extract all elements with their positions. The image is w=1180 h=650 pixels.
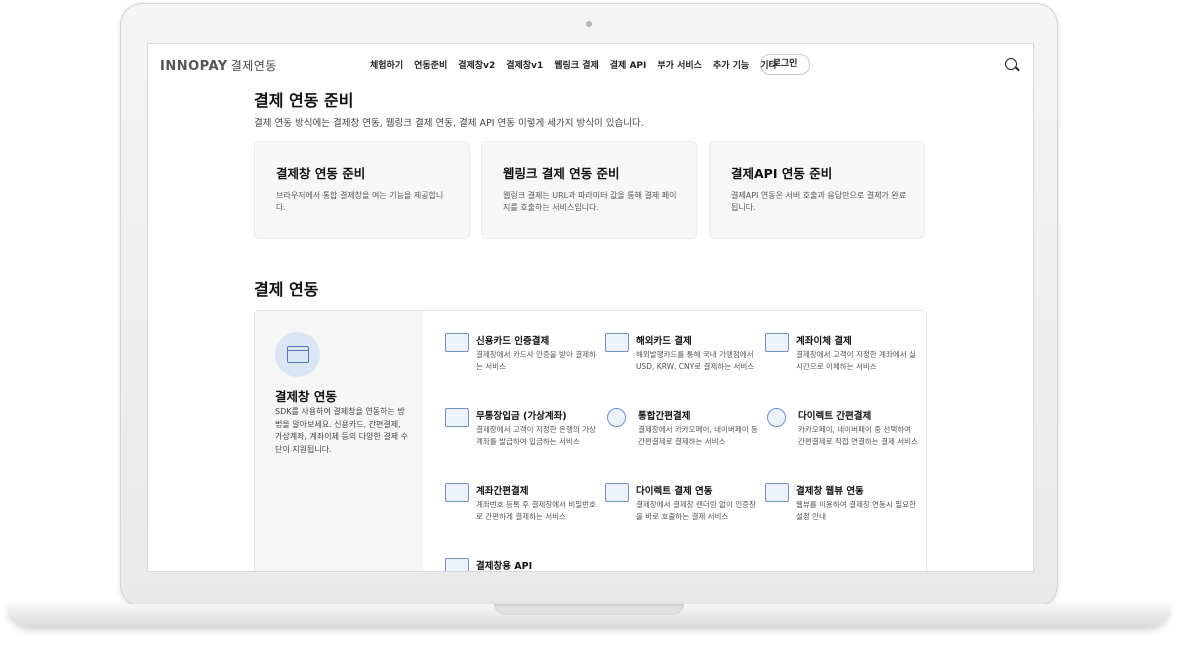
card-desc: 결제API 연동은 서버 호출과 응답만으로 결제가 완료됩니다.: [731, 191, 907, 212]
integration-title: 결제 연동: [254, 280, 319, 299]
nav-extra-services[interactable]: 부가 서비스: [657, 58, 702, 71]
item-desc: 해외발행카드를 통해 국내 가맹점에서 USD, KRW, CNY로 결제하는 …: [636, 350, 755, 371]
search-icon[interactable]: [1005, 58, 1017, 70]
nav-trial[interactable]: 체험하기: [370, 58, 403, 71]
camera-dot: [586, 21, 592, 27]
nav-prep[interactable]: 연동준비: [414, 58, 447, 71]
payment-window-icon: [275, 332, 320, 377]
card-desc: 브라우저에서 통합 결제창을 여는 기능을 제공합니다.: [276, 191, 444, 212]
window-integration-summary[interactable]: 결제창 연동 SDK를 사용하여 결제창을 연동하는 방법을 알아보세요. 신용…: [255, 311, 423, 571]
item-title: 통합간편결제: [638, 411, 691, 422]
logo[interactable]: INNOPAY 결제연동: [160, 57, 277, 74]
item-desc: 결제창에서 카드사 인증을 받아 결제하는 서비스: [476, 350, 596, 371]
transfer-icon: [765, 333, 789, 352]
card-desc: 웹링크 결제는 URL과 파라미터 값을 통해 결제 페이지를 호출하는 서비스…: [503, 191, 677, 212]
item-title: 계좌이체 결제: [796, 336, 852, 347]
item-desc: 계좌번호 등록 후 결제창에서 비밀번호로 간편하게 결제하는 서비스: [476, 500, 596, 521]
nav-weblink[interactable]: 웹링크 결제: [554, 58, 599, 71]
webview-icon: [765, 483, 789, 502]
globe-card-icon: [605, 333, 629, 352]
item-title: 무통장입금 (가상계좌): [476, 411, 567, 422]
prep-description: 결제 연동 방식에는 결제창 연동, 웹링크 결제 연동, 결제 API 연동 …: [254, 118, 644, 129]
card-title: 웹링크 결제 연동 준비: [503, 166, 620, 181]
laptop-notch: [494, 604, 684, 615]
item-title: 결제창 웹뷰 연동: [796, 486, 864, 497]
nav-api[interactable]: 결제 API: [610, 58, 647, 71]
item-desc: 웹뷰를 이용하여 결제창 연동시 필요한 설정 안내: [796, 500, 916, 521]
item-desc: 결제창에서 고객이 지정한 은행의 가상계좌를 발급하여 입금하는 서비스: [476, 425, 596, 446]
nav-window-v1[interactable]: 결제창v1: [506, 58, 543, 71]
account-easy-pay-icon: [445, 483, 469, 502]
nav-window-v2[interactable]: 결제창v2: [458, 58, 495, 71]
summary-desc: SDK를 사용하여 결제창을 연동하는 방법을 알아보세요. 신용카드, 간편결…: [275, 407, 409, 454]
direct-pay-icon: [767, 408, 786, 427]
api-doc-icon: [445, 558, 469, 571]
direct-link-icon: [605, 483, 629, 502]
logo-sub: 결제연동: [230, 59, 277, 73]
integration-panel: 결제창 연동 SDK를 사용하여 결제창을 연동하는 방법을 알아보세요. 신용…: [254, 310, 927, 572]
card-weblink-prep[interactable]: 웹링크 결제 연동 준비 웹링크 결제는 URL과 파라미터 값을 통해 결제 …: [481, 141, 697, 239]
pay-icon: [607, 408, 626, 427]
summary-title: 결제창 연동: [275, 389, 337, 404]
nav-add-features[interactable]: 추가 기능: [713, 58, 749, 71]
card-title: 결제API 연동 준비: [731, 166, 833, 181]
item-title: 다이렉트 간편결제: [798, 411, 872, 422]
item-desc: 결제창에서 결제창 렌더링 없이 인증창을 바로 호출하는 결제 서비스: [636, 500, 756, 521]
screen: INNOPAY 결제연동 체험하기 연동준비 결제창v2 결제창v1 웹링크 결제…: [147, 43, 1034, 572]
item-title: 해외카드 결제: [636, 336, 692, 347]
item-title: 계좌간편결제: [476, 486, 529, 497]
card-window-prep[interactable]: 결제창 연동 준비 브라우저에서 통합 결제창을 여는 기능을 제공합니다.: [254, 141, 470, 239]
virtual-account-icon: [445, 408, 469, 427]
prep-title: 결제 연동 준비: [254, 91, 354, 110]
card-api-prep[interactable]: 결제API 연동 준비 결제API 연동은 서버 호출과 응답만으로 결제가 완…: [709, 141, 925, 239]
item-title: 다이렉트 결제 연동: [636, 486, 713, 497]
logo-brand: INNOPAY: [160, 59, 228, 74]
item-desc: 카카오페이, 네이버페이 중 선택하여 간편결제로 직접 연결하는 결제 서비스: [798, 425, 918, 446]
credit-card-icon: [445, 333, 469, 352]
item-desc: 결제창에서 카카오페이, 네이버페이 등 간편결제로 결제하는 서비스: [638, 425, 758, 446]
card-title: 결제창 연동 준비: [276, 166, 366, 181]
site-header: INNOPAY 결제연동 체험하기 연동준비 결제창v2 결제창v1 웹링크 결제…: [148, 44, 1033, 86]
login-button[interactable]: 로그인: [760, 54, 810, 75]
item-title: 결제창용 API: [476, 561, 533, 572]
item-title: 신용카드 인증결제: [476, 336, 550, 347]
main-nav: 체험하기 연동준비 결제창v2 결제창v1 웹링크 결제 결제 API 부가 서…: [370, 58, 788, 71]
item-desc: 결제창에서 고객이 지정한 계좌에서 실시간으로 이체하는 서비스: [796, 350, 916, 371]
